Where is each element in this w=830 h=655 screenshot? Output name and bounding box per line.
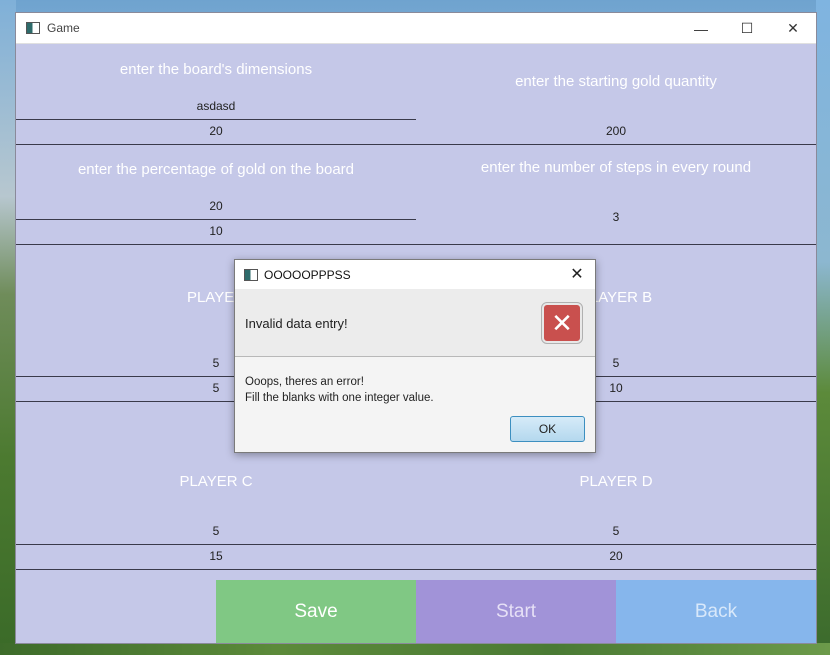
dialog-message: Ooops, theres an error! Fill the blanks … [235,357,595,406]
board-dimensions-input-2[interactable]: 20 [16,124,416,138]
window-titlebar[interactable]: Game — ☐ ✕ [16,13,816,44]
player-d-input-2[interactable]: 20 [416,549,816,563]
divider [16,219,416,220]
board-dimensions-label: enter the board's dimensions [119,61,313,78]
divider [16,119,416,120]
board-dimensions-input-1[interactable]: asdasd [16,99,416,113]
desktop-background-right [816,0,830,655]
desktop-background-bottom [0,643,830,655]
back-button[interactable]: Back [616,580,816,643]
player-c-label: PLAYER C [179,473,253,490]
divider [16,544,816,545]
minimize-button[interactable]: — [678,13,724,44]
starting-gold-label: enter the starting gold quantity [515,73,717,90]
steps-label: enter the number of steps in every round [480,159,752,176]
app-icon [244,268,258,281]
starting-gold-input[interactable]: 200 [416,124,816,138]
gold-percentage-input-1[interactable]: 20 [16,199,416,213]
close-button[interactable]: ✕ [770,13,816,44]
gold-percentage-input-2[interactable]: 10 [16,224,416,238]
steps-input[interactable]: 3 [416,210,816,224]
save-button[interactable]: Save [216,580,416,643]
app-icon [26,22,40,34]
divider [16,144,816,145]
window-controls: — ☐ ✕ [678,13,816,44]
dialog-header-text: Invalid data entry! [245,316,348,331]
divider [16,569,816,570]
dialog-header: Invalid data entry! ✕ [235,289,595,357]
player-c-input-1[interactable]: 5 [16,524,416,538]
player-d-input-1[interactable]: 5 [416,524,816,538]
start-button[interactable]: Start [416,580,616,643]
dialog-message-line: Fill the blanks with one integer value. [245,392,434,404]
error-dialog: OOOOOPPPSS ✕ Invalid data entry! ✕ Ooops… [234,259,596,453]
dialog-title: OOOOOPPPSS [264,267,351,282]
dialog-close-button[interactable]: ✕ [567,264,587,284]
player-d-label: PLAYER D [579,473,653,490]
window-title: Game [47,21,80,35]
player-c-input-2[interactable]: 15 [16,549,416,563]
error-icon: ✕ [541,302,583,344]
divider [16,244,816,245]
dialog-message-line: Ooops, theres an error! [245,376,364,388]
desktop-background-left [0,0,16,655]
dialog-titlebar[interactable]: OOOOOPPPSS ✕ [235,260,595,289]
gold-percentage-label: enter the percentage of gold on the boar… [77,161,355,178]
maximize-button[interactable]: ☐ [724,13,770,44]
ok-button[interactable]: OK [510,416,585,442]
